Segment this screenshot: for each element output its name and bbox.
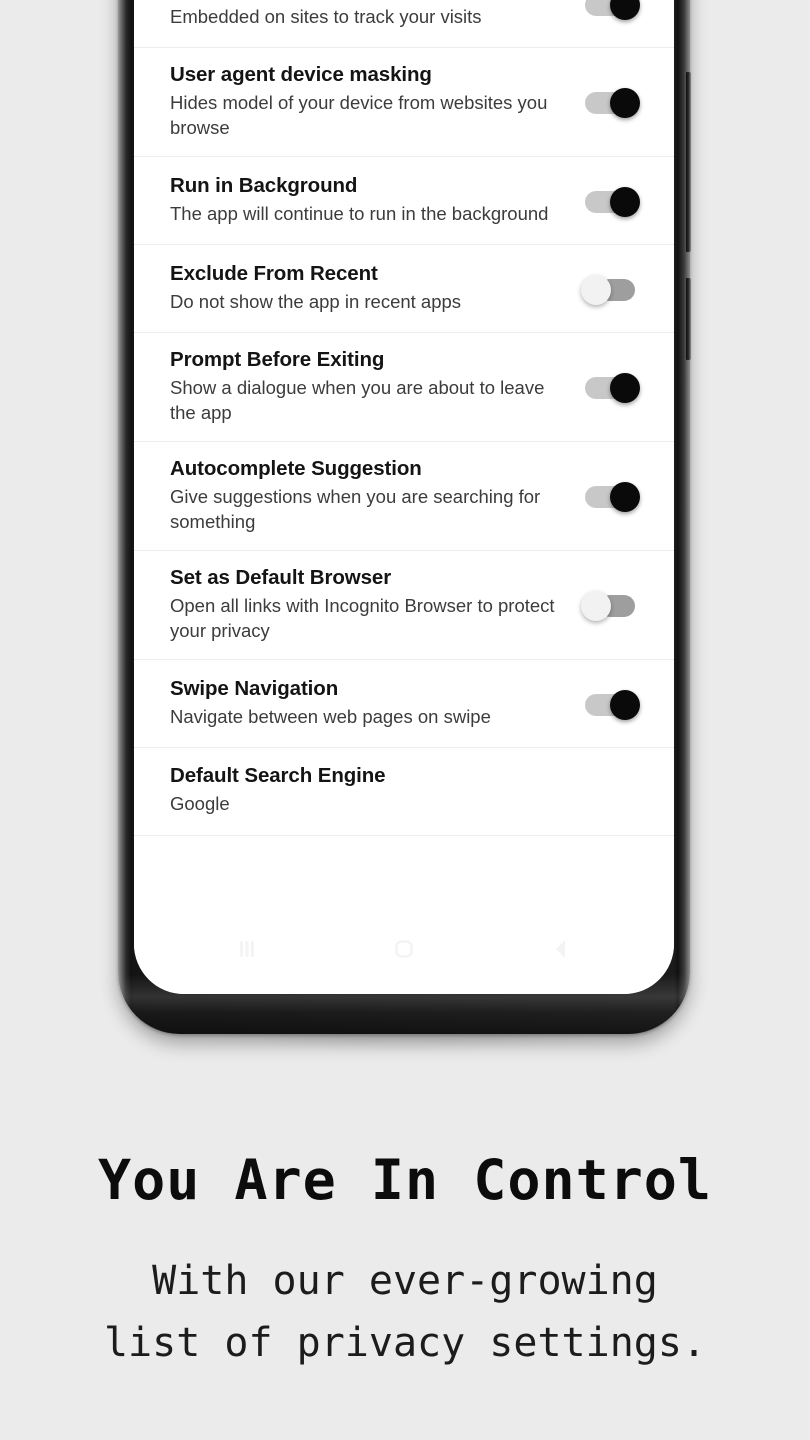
toggle-do-not-track[interactable]: [583, 0, 640, 20]
setting-title: Swipe Navigation: [170, 676, 339, 700]
row-text-block: Run in Background The app will continue …: [154, 159, 583, 243]
row-text-block: Default Search Engine Google: [154, 749, 656, 835]
settings-row-run-in-background[interactable]: Run in Background The app will continue …: [134, 157, 674, 246]
settings-row-default-search-engine[interactable]: Default Search Engine Google: [134, 748, 674, 837]
setting-title: Do not track: [170, 0, 573, 2]
setting-value: Google: [170, 793, 230, 815]
toggle-thumb: [610, 0, 640, 20]
setting-subtitle: The app will continue to run in the back…: [170, 202, 549, 224]
row-text-block: Prompt Before Exiting Show a dialogue wh…: [154, 333, 583, 441]
toggle-autocomplete-suggestion[interactable]: [583, 482, 640, 513]
toggle-thumb: [610, 373, 640, 404]
promo-headline: You Are In Control: [97, 1148, 713, 1212]
toggle-exclude-from-recent[interactable]: [581, 274, 639, 305]
toggle-thumb: [610, 689, 640, 720]
row-text-block: User agent device masking Hides model of…: [154, 48, 583, 156]
phone-device-frame: Do not track Embedded on sites to track …: [118, 0, 691, 1034]
toggle-thumb: [610, 88, 640, 119]
toggle-prompt-before-exiting[interactable]: [583, 373, 640, 404]
toggle-swipe-navigation[interactable]: [583, 689, 640, 720]
promo-subheadline: With our ever-growing list of privacy se…: [0, 1250, 810, 1374]
screenshot-root: Do not track Embedded on sites to track …: [0, 0, 810, 1440]
android-navigation-bar: [134, 922, 674, 994]
settings-row-user-agent-device-masking[interactable]: User agent device masking Hides model of…: [134, 48, 674, 158]
row-text-block: Do not track Embedded on sites to track …: [154, 0, 583, 45]
setting-title: Set as Default Browser: [170, 566, 392, 590]
row-text-block: Swipe Navigation Navigate between web pa…: [154, 662, 583, 746]
promo-subheadline-line-1: With our ever-growing: [152, 1258, 658, 1304]
recents-icon[interactable]: [232, 934, 262, 969]
setting-subtitle: Embedded on sites to track your visits: [170, 5, 482, 27]
phone-screen: Do not track Embedded on sites to track …: [134, 0, 674, 994]
toggle-user-agent-device-masking[interactable]: [583, 88, 640, 119]
toggle-thumb: [581, 274, 611, 305]
setting-title: Autocomplete Suggestion: [170, 457, 422, 481]
setting-subtitle: Open all links with Incognito Browser to…: [170, 595, 555, 641]
setting-title: Exclude From Recent: [170, 261, 378, 285]
settings-row-autocomplete-suggestion[interactable]: Autocomplete Suggestion Give suggestions…: [134, 442, 674, 552]
setting-subtitle: Navigate between web pages on swipe: [170, 706, 491, 728]
row-text-block: Set as Default Browser Open all links wi…: [154, 551, 583, 659]
setting-title: Prompt Before Exiting: [170, 348, 385, 372]
home-icon[interactable]: [389, 934, 419, 969]
toggle-run-in-background[interactable]: [583, 186, 640, 217]
setting-title: Run in Background: [170, 173, 358, 197]
setting-subtitle: Do not show the app in recent apps: [170, 290, 462, 312]
settings-row-exclude-from-recent[interactable]: Exclude From Recent Do not show the app …: [134, 245, 674, 334]
settings-row-set-as-default-browser[interactable]: Set as Default Browser Open all links wi…: [134, 551, 674, 661]
settings-row-swipe-navigation[interactable]: Swipe Navigation Navigate between web pa…: [134, 660, 674, 749]
setting-title: Default Search Engine: [170, 763, 386, 787]
setting-subtitle: Show a dialogue when you are about to le…: [170, 377, 545, 423]
power-button[interactable]: [686, 278, 691, 360]
row-text-block: Exclude From Recent Do not show the app …: [154, 247, 583, 331]
setting-title: User agent device masking: [170, 63, 432, 86]
row-text-block: Autocomplete Suggestion Give suggestions…: [154, 442, 583, 550]
toggle-thumb: [581, 591, 611, 622]
toggle-set-as-default-browser[interactable]: [581, 591, 639, 622]
settings-list: Do not track Embedded on sites to track …: [134, 0, 674, 837]
setting-subtitle: Hides model of your device from websites…: [170, 92, 548, 138]
toggle-thumb: [610, 186, 640, 217]
promo-subheadline-line-2: list of privacy settings.: [103, 1320, 707, 1366]
settings-row-prompt-before-exiting[interactable]: Prompt Before Exiting Show a dialogue wh…: [134, 333, 674, 443]
volume-rocker-button[interactable]: [686, 72, 691, 252]
settings-row-do-not-track[interactable]: Do not track Embedded on sites to track …: [134, 0, 674, 48]
back-icon[interactable]: [546, 934, 576, 969]
toggle-thumb: [610, 482, 640, 513]
setting-subtitle: Give suggestions when you are searching …: [170, 486, 541, 532]
